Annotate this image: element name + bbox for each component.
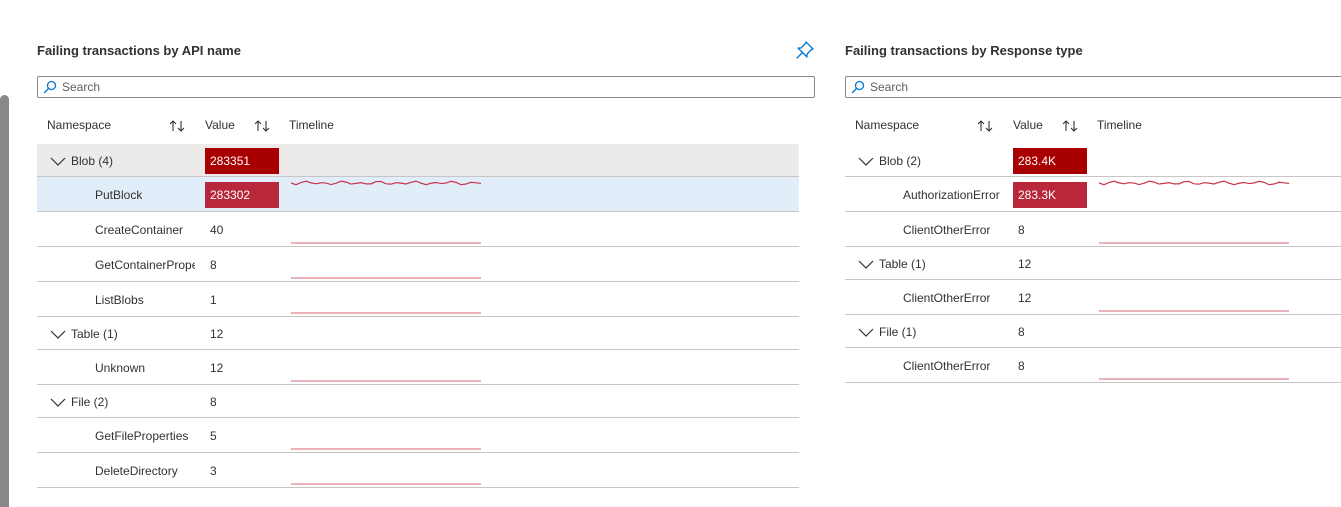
search-input[interactable]	[62, 79, 362, 95]
table-row[interactable]: ClientOtherError 12	[845, 280, 1341, 315]
table-row[interactable]: ListBlobs 1	[37, 282, 799, 317]
chevron-down-icon[interactable]	[50, 156, 66, 166]
row-label: GetFileProperties	[95, 428, 189, 443]
chevron-down-icon[interactable]	[858, 259, 874, 269]
pin-icon[interactable]	[795, 40, 815, 60]
panel-title: Failing transactions by API name	[37, 43, 241, 58]
search-box	[845, 76, 1341, 98]
row-value: 40	[210, 222, 224, 237]
row-label: Blob (4)	[71, 153, 114, 168]
chevron-down-icon[interactable]	[50, 397, 66, 407]
timeline-sparkline	[1099, 180, 1289, 186]
column-header-value[interactable]: Value	[1013, 118, 1043, 132]
chevron-down-icon[interactable]	[50, 329, 66, 339]
table-row[interactable]: ClientOtherError 8	[845, 348, 1341, 383]
row-value: 8	[210, 257, 217, 272]
timeline-sparkline	[291, 483, 481, 485]
search-input[interactable]	[870, 79, 1170, 95]
row-label: File (1)	[879, 324, 917, 339]
timeline-sparkline	[1099, 378, 1289, 380]
row-label: Unknown	[95, 360, 146, 375]
group-row[interactable]: Table (1) 12	[845, 247, 1341, 280]
row-value: 3	[210, 463, 217, 478]
row-value: 8	[1018, 222, 1025, 237]
row-label: ClientOtherError	[903, 222, 991, 237]
page-scrollbar[interactable]	[0, 95, 9, 507]
row-label: Table (1)	[71, 326, 118, 341]
row-label: PutBlock	[95, 187, 143, 202]
group-row[interactable]: Blob (2) 283.4K	[845, 144, 1341, 177]
sort-icon[interactable]	[976, 118, 994, 134]
row-label: ClientOtherError	[903, 358, 991, 373]
row-value: 12	[1018, 290, 1032, 305]
row-value: 12	[210, 326, 224, 341]
table-row[interactable]: AuthorizationError 283.3K	[845, 177, 1341, 212]
value-bar: 283.4K	[1013, 147, 1087, 174]
row-label: ClientOtherError	[903, 290, 991, 305]
table-row[interactable]: DeleteDirectory 3	[37, 453, 799, 488]
search-icon	[851, 80, 865, 94]
column-header-timeline: Timeline	[1097, 118, 1142, 132]
chevron-down-icon[interactable]	[858, 156, 874, 166]
table-row[interactable]: Unknown 12	[37, 350, 799, 385]
table-row[interactable]: CreateContainer 40	[37, 212, 799, 247]
row-label: File (2)	[71, 394, 109, 409]
value-bar: 283.3K	[1013, 181, 1087, 208]
sort-icon[interactable]	[1061, 118, 1079, 134]
table-row[interactable]: ClientOtherError 8	[845, 212, 1341, 247]
column-header-timeline: Timeline	[289, 118, 334, 132]
timeline-sparkline	[291, 180, 481, 186]
value-bar: 283351	[205, 147, 279, 174]
row-value: 1	[210, 292, 217, 307]
table-row[interactable]: PutBlock 283302	[37, 177, 799, 212]
row-value: 12	[1018, 256, 1032, 271]
row-label: AuthorizationError	[903, 187, 1000, 202]
group-row[interactable]: File (1) 8	[845, 315, 1341, 348]
row-label: DeleteDirectory	[95, 463, 178, 478]
row-value: 12	[210, 360, 224, 375]
panel-title: Failing transactions by Response type	[845, 43, 1083, 58]
row-label: ListBlobs	[95, 292, 144, 307]
sort-icon[interactable]	[253, 118, 271, 134]
row-value: 8	[210, 394, 217, 409]
column-header-namespace[interactable]: Namespace	[47, 118, 111, 132]
table-row[interactable]: GetContainerProperties 8	[37, 247, 799, 282]
sort-icon[interactable]	[168, 118, 186, 134]
search-box	[37, 76, 815, 98]
row-value: 8	[1018, 358, 1025, 373]
group-row[interactable]: Blob (4) 283351	[37, 144, 799, 177]
search-icon	[43, 80, 57, 94]
row-label: Blob (2)	[879, 153, 922, 168]
row-label: CreateContainer	[95, 222, 184, 237]
column-header-value[interactable]: Value	[205, 118, 235, 132]
group-row[interactable]: File (2) 8	[37, 385, 799, 418]
row-value: 5	[210, 428, 217, 443]
group-row[interactable]: Table (1) 12	[37, 317, 799, 350]
value-bar: 283302	[205, 181, 279, 208]
row-label: GetContainerProperties	[95, 257, 195, 272]
column-header-namespace[interactable]: Namespace	[855, 118, 919, 132]
table-row[interactable]: GetFileProperties 5	[37, 418, 799, 453]
row-label: Table (1)	[879, 256, 926, 271]
chevron-down-icon[interactable]	[858, 327, 874, 337]
row-value: 8	[1018, 324, 1025, 339]
